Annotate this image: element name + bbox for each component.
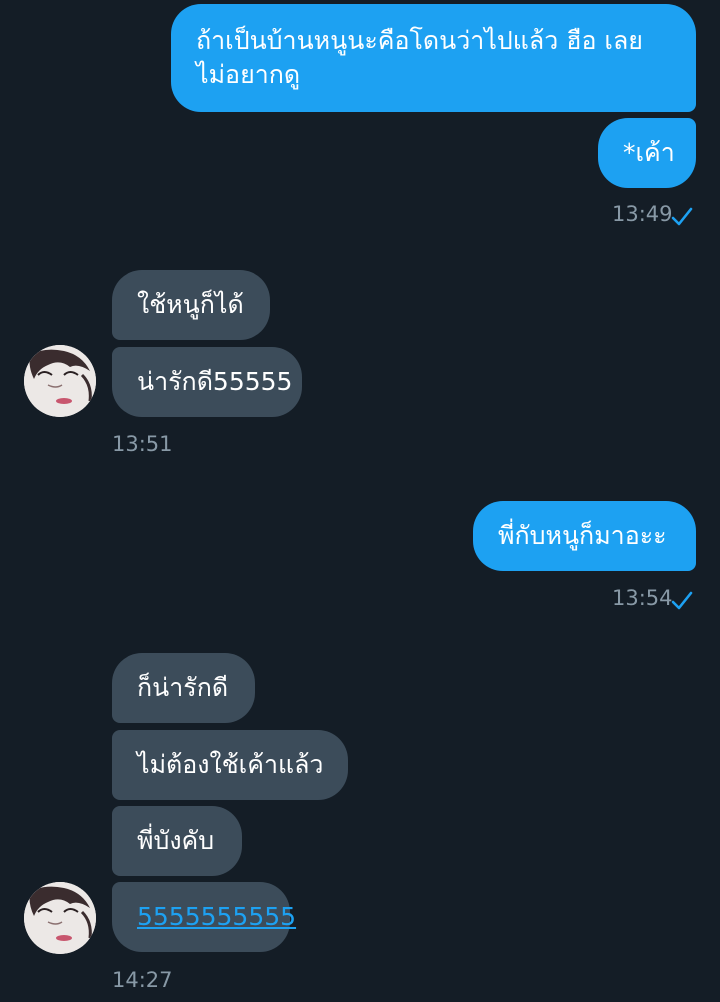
received-message-bubble[interactable]: 5555555555 <box>112 882 296 952</box>
sent-message-bubble[interactable]: พี่กับหนูก็มาอะะ <box>473 501 696 571</box>
message-text: ใช้หนูก็ได้ <box>137 290 244 319</box>
message-timestamp: 13:54 <box>612 586 673 610</box>
check-icon <box>671 591 693 610</box>
received-message-bubble[interactable]: น่ารักดี55555 <box>112 347 302 417</box>
message-timestamp: 14:27 <box>112 968 173 992</box>
message-text: ไม่ต้องใช้เค้าแล้ว <box>137 750 324 779</box>
message-timestamp: 13:51 <box>112 432 173 456</box>
message-link[interactable]: 5555555555 <box>137 902 296 931</box>
message-text: พี่กับหนูก็มาอะะ <box>498 521 667 550</box>
sent-message-bubble[interactable]: ถ้าเป็นบ้านหนูนะคือโดนว่าไปแล้ว ฮือ เลย … <box>171 4 696 112</box>
message-text: ก็น่ารักดี <box>137 673 229 702</box>
message-text: น่ารักดี55555 <box>137 367 293 396</box>
avatar-image <box>24 882 96 954</box>
message-text: *เค้า <box>623 138 675 167</box>
avatar[interactable] <box>24 345 96 417</box>
check-icon <box>671 207 693 226</box>
received-message-bubble[interactable]: ใช้หนูก็ได้ <box>112 270 270 340</box>
sent-message-bubble[interactable]: *เค้า <box>598 118 696 188</box>
avatar[interactable] <box>24 882 96 954</box>
message-text-line: ไม่อยากดู <box>196 60 301 89</box>
message-timestamp: 13:49 <box>612 202 673 226</box>
message-text-line: ถ้าเป็นบ้านหนูนะคือโดนว่าไปแล้ว ฮือ เลย <box>196 26 643 55</box>
received-message-bubble[interactable]: พี่บังคับ <box>112 806 242 876</box>
avatar-image <box>24 345 96 417</box>
message-text: พี่บังคับ <box>137 826 215 855</box>
received-message-bubble[interactable]: ไม่ต้องใช้เค้าแล้ว <box>112 730 348 800</box>
received-message-bubble[interactable]: ก็น่ารักดี <box>112 653 255 723</box>
